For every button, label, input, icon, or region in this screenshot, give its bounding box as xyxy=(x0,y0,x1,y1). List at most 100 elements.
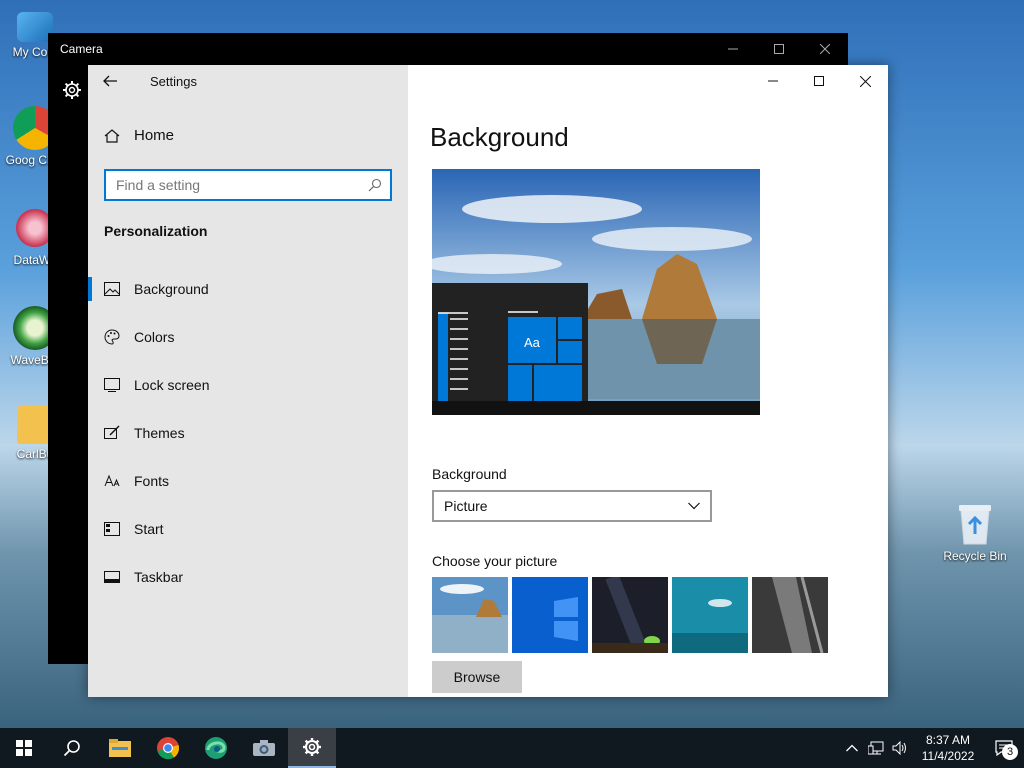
nav-item-start[interactable]: Start xyxy=(88,505,408,553)
search-icon[interactable] xyxy=(368,178,382,192)
close-button[interactable] xyxy=(842,65,888,97)
maximize-icon xyxy=(814,76,824,86)
rock-cliff-thumbnail-image xyxy=(752,577,828,653)
picture-thumbnails xyxy=(432,577,828,653)
camera-maximize-button[interactable] xyxy=(756,33,802,65)
picture-thumbnail[interactable] xyxy=(672,577,748,653)
maximize-button[interactable] xyxy=(796,65,842,97)
camera-close-button[interactable] xyxy=(802,33,848,65)
close-icon xyxy=(859,75,871,87)
taskbar-icon xyxy=(104,569,120,585)
notification-count-badge: 3 xyxy=(1002,744,1018,760)
recycle-bin-icon xyxy=(959,505,991,545)
nav-item-label: Taskbar xyxy=(134,569,184,585)
lock-screen-icon xyxy=(104,377,120,393)
background-type-dropdown[interactable]: Picture xyxy=(432,490,712,522)
beach-rock-thumbnail-image xyxy=(432,577,508,653)
camera-minimize-button[interactable] xyxy=(710,33,756,65)
search-box[interactable] xyxy=(104,169,392,201)
network-button[interactable] xyxy=(864,728,888,768)
picture-thumbnail[interactable] xyxy=(512,577,588,653)
nav-item-themes[interactable]: Themes xyxy=(88,409,408,457)
home-icon xyxy=(104,128,120,143)
choose-picture-label: Choose your picture xyxy=(432,553,558,569)
camera-window-title: Camera xyxy=(60,42,103,56)
section-title: Personalization xyxy=(104,223,208,239)
back-button[interactable] xyxy=(102,73,122,93)
settings-window[interactable]: Settings Home Personalization Background xyxy=(88,65,888,697)
camera-icon xyxy=(253,740,275,756)
taskbar-file-explorer[interactable] xyxy=(96,728,144,768)
nav-item-background[interactable]: Background xyxy=(88,265,408,313)
windows-start-icon xyxy=(16,740,32,756)
volume-button[interactable] xyxy=(888,728,912,768)
nav-item-label: Fonts xyxy=(134,473,170,489)
taskbar-settings[interactable] xyxy=(288,728,336,768)
search-input[interactable] xyxy=(116,177,368,193)
show-hidden-icons-button[interactable] xyxy=(840,728,864,768)
nav-item-fonts[interactable]: Fonts xyxy=(88,457,408,505)
settings-nav-pane: Settings Home Personalization Background xyxy=(88,65,408,697)
fonts-icon xyxy=(104,473,120,489)
home-label: Home xyxy=(134,127,175,144)
clock[interactable]: 8:37 AM 11/4/2022 xyxy=(912,732,984,764)
background-type-label: Background xyxy=(432,466,507,482)
gear-icon[interactable] xyxy=(62,80,82,100)
nav-item-colors[interactable]: Colors xyxy=(88,313,408,361)
home-link[interactable]: Home xyxy=(104,127,174,144)
start-button[interactable] xyxy=(0,728,48,768)
chrome-icon xyxy=(157,737,180,760)
background-type-value: Picture xyxy=(444,498,488,514)
picture-thumbnail[interactable] xyxy=(432,577,508,653)
minimize-icon xyxy=(768,80,778,82)
taskbar-camera[interactable] xyxy=(240,728,288,768)
start-icon xyxy=(104,521,120,537)
preview-tile-text: Aa xyxy=(524,335,540,350)
chevron-down-icon xyxy=(688,502,700,510)
system-tray: 8:37 AM 11/4/2022 3 xyxy=(840,728,1024,768)
search-icon xyxy=(63,740,80,757)
nav-item-label: Start xyxy=(134,521,164,537)
volume-icon xyxy=(892,741,906,755)
clock-date: 11/4/2022 xyxy=(921,749,975,763)
picture-thumbnail[interactable] xyxy=(592,577,668,653)
nav-item-label: Lock screen xyxy=(134,377,210,393)
back-arrow-icon xyxy=(103,75,117,87)
maximize-icon xyxy=(774,44,784,54)
desktop-icon-recycle-bin[interactable]: Recycle Bin xyxy=(940,500,1010,563)
camera-titlebar[interactable]: Camera xyxy=(48,33,848,65)
taskbar-chrome[interactable] xyxy=(144,728,192,768)
picture-icon xyxy=(104,281,120,297)
edge-icon xyxy=(205,737,227,759)
nav-item-label: Themes xyxy=(134,425,185,441)
close-icon xyxy=(820,44,830,54)
background-preview: Aa xyxy=(432,169,760,415)
chevron-up-icon xyxy=(846,744,858,752)
personalization-nav-list: Background Colors Lock screen Themes Fon… xyxy=(88,265,408,601)
minimize-icon xyxy=(728,48,738,50)
action-center-button[interactable]: 3 xyxy=(984,728,1024,768)
palette-icon xyxy=(104,329,120,345)
preview-image xyxy=(432,169,760,415)
nav-item-taskbar[interactable]: Taskbar xyxy=(88,553,408,601)
themes-icon xyxy=(104,425,120,441)
page-title: Background xyxy=(430,122,569,152)
taskbar-edge[interactable] xyxy=(192,728,240,768)
settings-window-title: Settings xyxy=(150,74,197,89)
nav-item-label: Colors xyxy=(134,329,175,345)
picture-thumbnail[interactable] xyxy=(752,577,828,653)
recycle-bin-label: Recycle Bin xyxy=(943,549,1007,563)
network-icon xyxy=(868,741,884,755)
nav-item-lock-screen[interactable]: Lock screen xyxy=(88,361,408,409)
windows-logo-thumbnail-image xyxy=(512,577,588,653)
settings-icon xyxy=(303,738,321,756)
minimize-button[interactable] xyxy=(750,65,796,97)
window-controls xyxy=(750,65,888,97)
taskbar-search-button[interactable] xyxy=(48,728,96,768)
file-explorer-icon xyxy=(109,739,131,757)
nav-item-label: Background xyxy=(134,281,209,297)
underwater-thumbnail-image xyxy=(672,577,748,653)
night-sky-thumbnail-image xyxy=(592,577,668,653)
browse-button[interactable]: Browse xyxy=(432,661,522,693)
taskbar: 8:37 AM 11/4/2022 3 xyxy=(0,728,1024,768)
